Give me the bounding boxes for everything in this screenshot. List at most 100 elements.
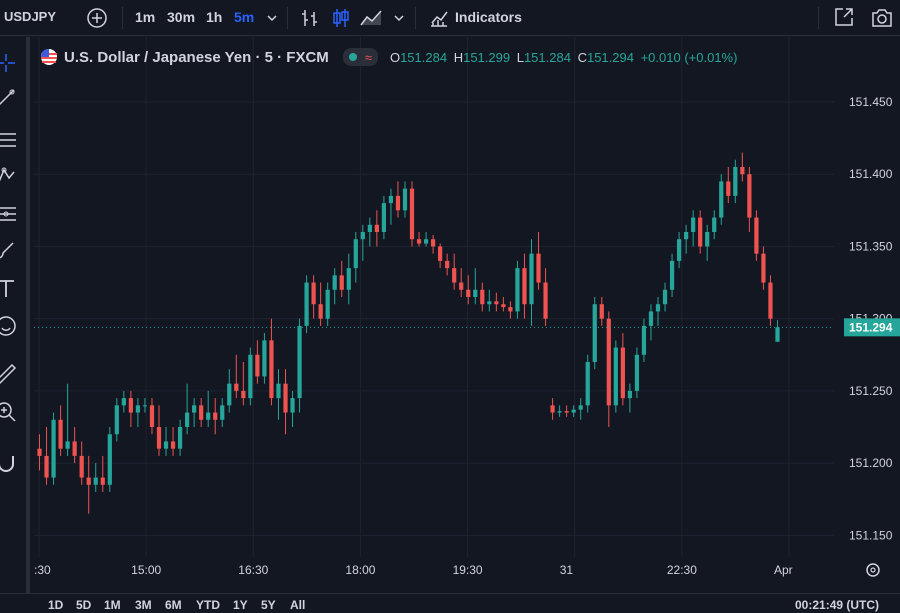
candle bbox=[754, 210, 759, 261]
candle bbox=[93, 463, 98, 492]
camera-icon[interactable] bbox=[870, 7, 894, 29]
candle bbox=[409, 181, 415, 247]
candle-body bbox=[283, 383, 288, 413]
candles-chart-style-icon[interactable] bbox=[330, 7, 352, 29]
candle bbox=[100, 455, 105, 492]
candle-body bbox=[585, 362, 590, 406]
brush-icon[interactable] bbox=[0, 238, 18, 262]
toolbar-separator bbox=[122, 7, 123, 29]
range-1y[interactable]: 1Y bbox=[233, 598, 248, 612]
magnet-icon[interactable] bbox=[0, 452, 18, 476]
candle-body bbox=[761, 253, 766, 283]
candle bbox=[339, 260, 344, 297]
range-3m[interactable]: 3M bbox=[135, 598, 152, 612]
candle-body bbox=[199, 405, 204, 420]
candle-body bbox=[698, 217, 703, 247]
last-price-text: 151.294 bbox=[849, 320, 893, 334]
interval-1m[interactable]: 1m bbox=[135, 9, 155, 25]
candle bbox=[550, 398, 555, 420]
candle bbox=[192, 398, 197, 427]
candle bbox=[543, 268, 548, 326]
crosshair-icon[interactable] bbox=[0, 51, 18, 75]
candle-body bbox=[332, 275, 337, 290]
candle-body bbox=[72, 441, 77, 456]
candle bbox=[592, 297, 597, 370]
candle bbox=[768, 275, 773, 326]
range-1m[interactable]: 1M bbox=[104, 598, 121, 612]
candle-body bbox=[430, 239, 436, 247]
x-tick-label: 16:30 bbox=[238, 563, 268, 577]
candle bbox=[262, 333, 267, 384]
drawing-toolbar bbox=[0, 37, 30, 593]
indicators-icon[interactable] bbox=[428, 7, 450, 29]
prediction-icon[interactable] bbox=[0, 201, 18, 225]
candle bbox=[676, 232, 682, 269]
candle-body bbox=[754, 217, 759, 254]
bar-chart-style-icon[interactable] bbox=[299, 7, 321, 29]
indicators-button[interactable]: Indicators bbox=[455, 9, 522, 25]
utc-clock[interactable]: 00:21:49 (UTC) bbox=[795, 598, 879, 612]
candle-body bbox=[494, 301, 499, 305]
range-all[interactable]: All bbox=[290, 598, 305, 612]
candle-body bbox=[620, 347, 625, 399]
candle bbox=[360, 224, 365, 261]
pattern-icon[interactable] bbox=[0, 164, 18, 188]
candle-body bbox=[381, 203, 387, 232]
candle-body bbox=[423, 239, 429, 244]
candle bbox=[325, 282, 330, 326]
range-5y[interactable]: 5Y bbox=[261, 598, 276, 612]
candle-body bbox=[149, 405, 155, 427]
range-ytd[interactable]: YTD bbox=[196, 598, 220, 612]
candle-body bbox=[613, 347, 618, 406]
candle-body bbox=[557, 411, 562, 413]
symbol-search-button[interactable]: USDJPY bbox=[4, 9, 56, 24]
candle bbox=[662, 282, 668, 312]
settings-gear-icon[interactable] bbox=[866, 563, 880, 577]
range-6m[interactable]: 6M bbox=[165, 598, 182, 612]
candle bbox=[44, 427, 49, 485]
y-tick-label: 151.450 bbox=[849, 95, 893, 109]
candle bbox=[613, 340, 618, 413]
price-chart[interactable]: 151.150151.200151.250151.300151.350151.4… bbox=[34, 37, 900, 593]
area-chart-style-icon[interactable] bbox=[359, 7, 385, 29]
candle-body bbox=[550, 405, 555, 413]
interval-1h[interactable]: 1h bbox=[206, 9, 222, 25]
candle-body bbox=[416, 239, 422, 244]
ruler-icon[interactable] bbox=[0, 362, 18, 386]
range-5d[interactable]: 5D bbox=[76, 598, 91, 612]
candle-body bbox=[346, 268, 351, 290]
candle bbox=[655, 297, 661, 326]
candle-body bbox=[564, 411, 569, 413]
trend-line-icon[interactable] bbox=[0, 86, 18, 110]
chevron-down-icon[interactable] bbox=[266, 12, 278, 24]
candle-body bbox=[592, 304, 597, 362]
candle bbox=[177, 419, 183, 456]
market-status-badge[interactable]: ≈ bbox=[342, 48, 378, 66]
zoom-in-icon[interactable] bbox=[0, 400, 18, 424]
range-1d[interactable]: 1D bbox=[48, 598, 63, 612]
candle-body bbox=[627, 390, 632, 399]
chevron-down-icon[interactable] bbox=[393, 12, 405, 24]
candle bbox=[128, 390, 133, 427]
legend-title[interactable]: U.S. Dollar / Japanese Yen · 5 · FXCM bbox=[64, 49, 329, 66]
candle bbox=[747, 167, 752, 232]
interval-5m[interactable]: 5m bbox=[234, 9, 254, 25]
candle bbox=[86, 455, 91, 514]
candle-body bbox=[51, 419, 56, 478]
x-tick-label: :30 bbox=[34, 563, 51, 577]
compare-plus-icon[interactable] bbox=[86, 7, 108, 29]
candle bbox=[585, 354, 590, 413]
text-tool-icon[interactable] bbox=[0, 277, 18, 301]
status-glyph: ≈ bbox=[364, 49, 372, 65]
interval-30m[interactable]: 30m bbox=[167, 9, 195, 25]
candle-body bbox=[44, 455, 49, 478]
emoji-icon[interactable] bbox=[0, 314, 18, 338]
candle bbox=[466, 275, 471, 305]
candle-body bbox=[255, 354, 260, 377]
fib-retracement-icon[interactable] bbox=[0, 128, 18, 152]
candle-body bbox=[100, 477, 105, 485]
fullscreen-icon[interactable] bbox=[833, 6, 855, 28]
candle bbox=[620, 333, 625, 406]
candle-body bbox=[501, 304, 506, 308]
candle bbox=[557, 405, 562, 417]
